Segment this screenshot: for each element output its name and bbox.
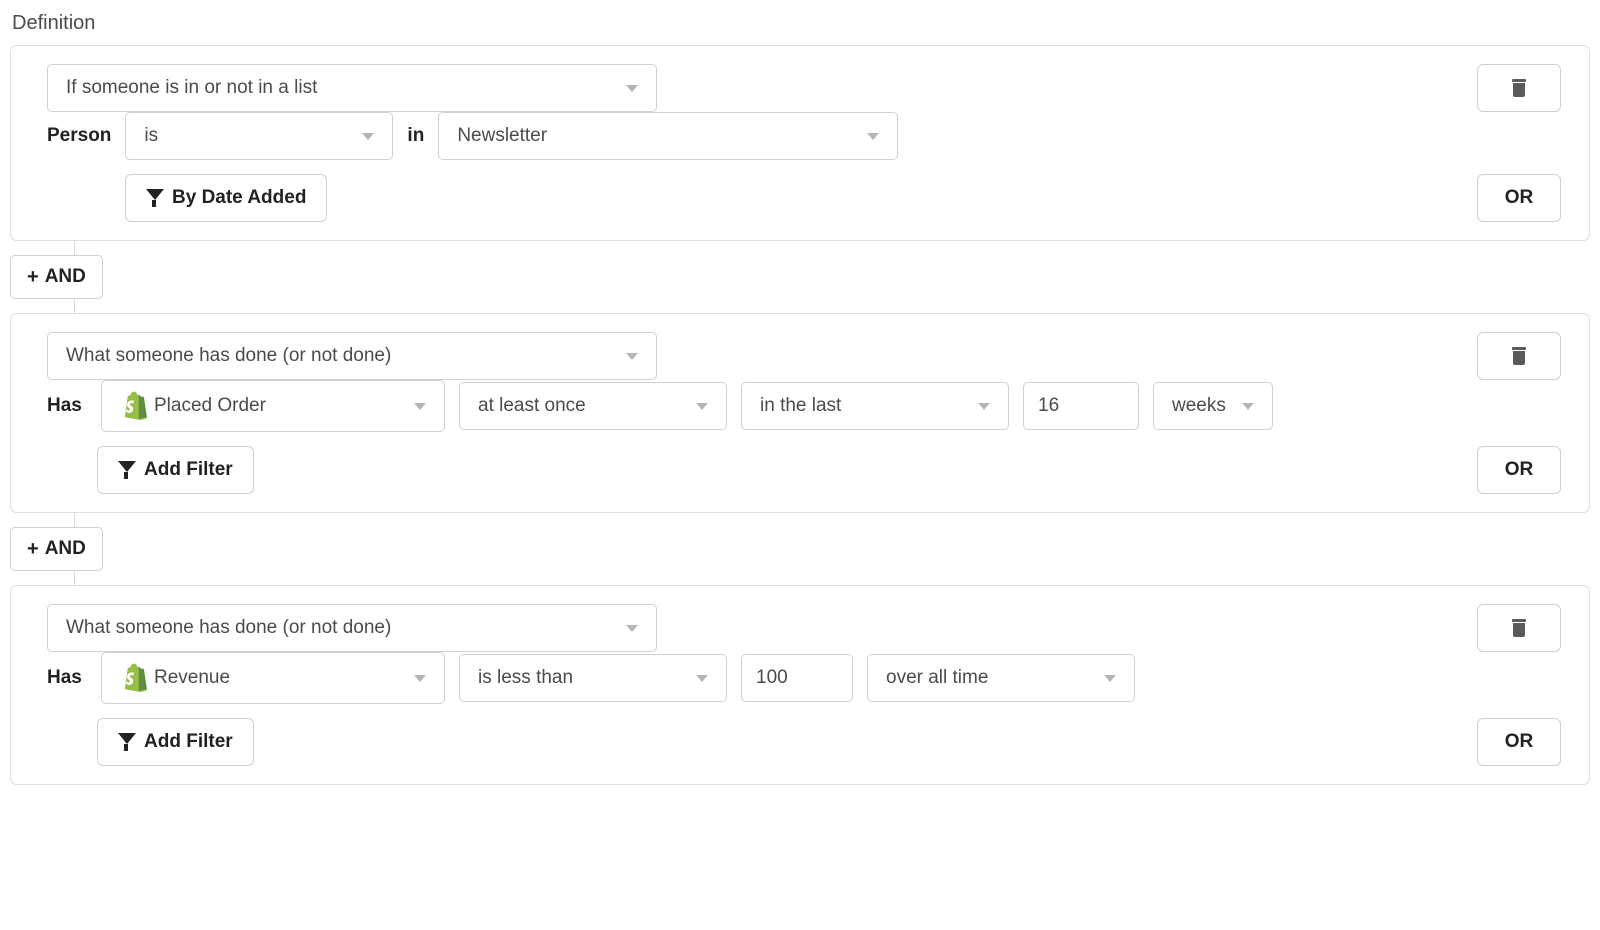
unit-text: weeks	[1172, 395, 1226, 417]
by-date-added-button[interactable]: By Date Added	[125, 174, 327, 222]
in-label: in	[407, 125, 424, 147]
event-select[interactable]: Revenue	[101, 652, 445, 704]
or-button[interactable]: OR	[1477, 718, 1561, 766]
funnel-icon	[118, 461, 134, 479]
chevron-down-icon	[414, 675, 426, 682]
chevron-down-icon	[362, 133, 374, 140]
delete-button[interactable]	[1477, 332, 1561, 380]
shopify-icon	[120, 391, 148, 421]
has-label: Has	[47, 395, 87, 417]
delete-button[interactable]	[1477, 64, 1561, 112]
condition-block: If someone is in or not in a list Person…	[10, 45, 1590, 241]
comparator-select[interactable]: is less than	[459, 654, 727, 702]
or-label: OR	[1505, 731, 1534, 753]
person-label: Person	[47, 125, 111, 147]
timerange-text: in the last	[760, 395, 962, 417]
event-text: Revenue	[154, 667, 398, 689]
operator-select[interactable]: is	[125, 112, 393, 160]
section-title: Definition	[10, 12, 1590, 35]
chevron-down-icon	[414, 403, 426, 410]
chevron-down-icon	[626, 625, 638, 632]
chevron-down-icon	[1104, 675, 1116, 682]
event-text: Placed Order	[154, 395, 398, 417]
add-filter-button[interactable]: Add Filter	[97, 446, 254, 494]
condition-block: What someone has done (or not done) Has …	[10, 585, 1590, 785]
condition-block: What someone has done (or not done) Has …	[10, 313, 1590, 513]
trash-icon	[1511, 619, 1527, 637]
timerange-select[interactable]: over all time	[867, 654, 1135, 702]
or-button[interactable]: OR	[1477, 174, 1561, 222]
trash-icon	[1511, 347, 1527, 365]
funnel-icon	[146, 189, 162, 207]
condition-type-select[interactable]: If someone is in or not in a list	[47, 64, 657, 112]
chevron-down-icon	[867, 133, 879, 140]
and-label: AND	[45, 538, 86, 560]
frequency-text: at least once	[478, 395, 680, 417]
delete-button[interactable]	[1477, 604, 1561, 652]
condition-type-text: If someone is in or not in a list	[66, 77, 610, 99]
or-label: OR	[1505, 459, 1534, 481]
chevron-down-icon	[626, 85, 638, 92]
chevron-down-icon	[1242, 403, 1254, 410]
and-label: AND	[45, 266, 86, 288]
trash-icon	[1511, 79, 1527, 97]
or-label: OR	[1505, 187, 1534, 209]
plus-icon: +	[27, 539, 39, 559]
value-input[interactable]	[741, 654, 853, 702]
funnel-icon	[118, 733, 134, 751]
and-connector: + AND	[10, 513, 1590, 585]
add-filter-label: Add Filter	[144, 731, 233, 753]
comparator-text: is less than	[478, 667, 680, 689]
and-connector: + AND	[10, 241, 1590, 313]
chevron-down-icon	[696, 675, 708, 682]
condition-type-select[interactable]: What someone has done (or not done)	[47, 604, 657, 652]
condition-type-select[interactable]: What someone has done (or not done)	[47, 332, 657, 380]
shopify-icon	[120, 663, 148, 693]
by-date-added-label: By Date Added	[172, 187, 306, 209]
quantity-input[interactable]	[1023, 382, 1139, 430]
operator-text: is	[144, 125, 346, 147]
condition-type-text: What someone has done (or not done)	[66, 617, 610, 639]
and-button[interactable]: + AND	[10, 255, 103, 299]
frequency-select[interactable]: at least once	[459, 382, 727, 430]
timerange-text: over all time	[886, 667, 1088, 689]
plus-icon: +	[27, 267, 39, 287]
or-button[interactable]: OR	[1477, 446, 1561, 494]
add-filter-button[interactable]: Add Filter	[97, 718, 254, 766]
unit-select[interactable]: weeks	[1153, 382, 1273, 430]
condition-type-text: What someone has done (or not done)	[66, 345, 610, 367]
has-label: Has	[47, 667, 87, 689]
timerange-select[interactable]: in the last	[741, 382, 1009, 430]
chevron-down-icon	[696, 403, 708, 410]
event-select[interactable]: Placed Order	[101, 380, 445, 432]
chevron-down-icon	[626, 353, 638, 360]
list-text: Newsletter	[457, 125, 851, 147]
add-filter-label: Add Filter	[144, 459, 233, 481]
and-button[interactable]: + AND	[10, 527, 103, 571]
list-select[interactable]: Newsletter	[438, 112, 898, 160]
chevron-down-icon	[978, 403, 990, 410]
